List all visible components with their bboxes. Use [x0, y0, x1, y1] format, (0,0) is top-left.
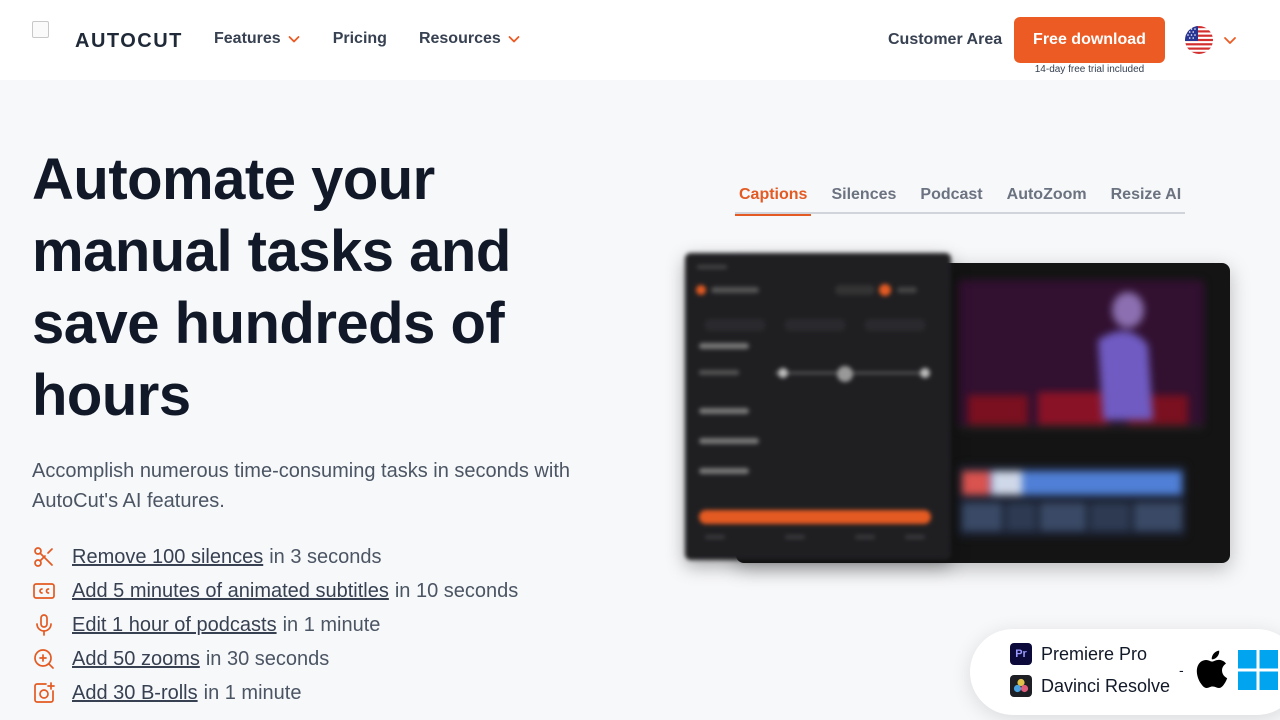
tab-captions[interactable]: Captions [735, 182, 812, 216]
timeline-image [958, 465, 1186, 537]
nav-item-pricing[interactable]: Pricing [333, 30, 387, 48]
hero-subtitle: Accomplish numerous time-consuming tasks… [32, 460, 570, 512]
separator: - [1179, 662, 1184, 678]
davinci-resolve-icon [1010, 675, 1032, 697]
chevron-down-icon [288, 36, 300, 43]
feature-item: Add 50 zooms in 30 seconds [32, 642, 518, 676]
free-download-button[interactable]: Free download [1014, 17, 1165, 63]
apple-icon [1196, 650, 1228, 689]
integration-label: Davinci Resolve [1041, 675, 1171, 696]
feature-suffix: in 1 minute [203, 681, 302, 704]
main-nav: Features Pricing Resources [214, 30, 553, 48]
feature-item: Edit 1 hour of podcasts in 1 minute [32, 608, 518, 642]
integrations-badge: Pr Premiere Pro Davinci Resolve - [970, 629, 1280, 715]
feature-suffix: in 3 seconds [269, 545, 382, 568]
site-header: AUTOCUT Features Pricing Resources Custo… [0, 0, 1280, 80]
tab-resize-ai[interactable]: Resize AI [1107, 182, 1186, 214]
feature-link[interactable]: Edit 1 hour of podcasts [72, 614, 277, 637]
trial-note: 14-day free trial included [1034, 64, 1145, 75]
feature-link[interactable]: Add 50 zooms [72, 648, 200, 671]
chevron-down-icon [508, 36, 520, 43]
image-plus-icon [34, 682, 55, 703]
feature-tabs: Captions Silences Podcast AutoZoom Resiz… [735, 182, 1186, 216]
feature-suffix: in 30 seconds [205, 647, 330, 670]
feature-item: Add 5 minutes of animated subtitles in 1… [32, 574, 518, 608]
nav-item-resources[interactable]: Resources [419, 30, 521, 48]
integration-label: Premiere Pro [1041, 643, 1148, 664]
nav-item-label: Features [214, 30, 281, 47]
hero-title: Automate your manual tasks and save hund… [32, 147, 511, 428]
feature-link[interactable]: Remove 100 silences [72, 546, 263, 569]
scissors-icon [34, 547, 53, 567]
nav-item-label: Resources [418, 30, 501, 47]
us-flag-icon[interactable] [1185, 26, 1213, 54]
logo[interactable]: AUTOCUT [32, 21, 181, 52]
nav-item-label: Pricing [332, 30, 387, 47]
windows-icon [1238, 650, 1278, 690]
video-preview-image [958, 280, 1204, 430]
closed-captions-icon [33, 583, 55, 599]
nav-item-features[interactable]: Features [214, 30, 301, 48]
autocut-panel-image [685, 253, 951, 560]
feature-item: Remove 100 silences in 3 seconds [32, 540, 518, 574]
integration-davinci: Davinci Resolve [1010, 675, 1170, 697]
feature-suffix: in 1 minute [282, 613, 381, 636]
logo-text: AUTOCUT [75, 30, 183, 52]
chevron-down-icon[interactable] [1223, 33, 1237, 47]
feature-link[interactable]: Add 5 minutes of animated subtitles [72, 580, 389, 603]
feature-suffix: in 10 seconds [394, 579, 519, 602]
tab-silences[interactable]: Silences [827, 182, 900, 214]
integration-premiere: Pr Premiere Pro [1010, 643, 1147, 665]
premiere-pro-icon: Pr [1010, 643, 1032, 665]
customer-area-link[interactable]: Customer Area [888, 31, 1002, 49]
microphone-icon [36, 614, 52, 636]
feature-item: Add 30 B-rolls in 1 minute [32, 676, 518, 710]
broken-logo-image-icon [32, 21, 49, 38]
tab-autozoom[interactable]: AutoZoom [1003, 182, 1091, 214]
feature-list: Remove 100 silences in 3 seconds Add 5 m… [32, 540, 518, 710]
feature-link[interactable]: Add 30 B-rolls [72, 682, 198, 705]
tab-podcast[interactable]: Podcast [916, 182, 986, 214]
zoom-in-icon [34, 649, 54, 669]
